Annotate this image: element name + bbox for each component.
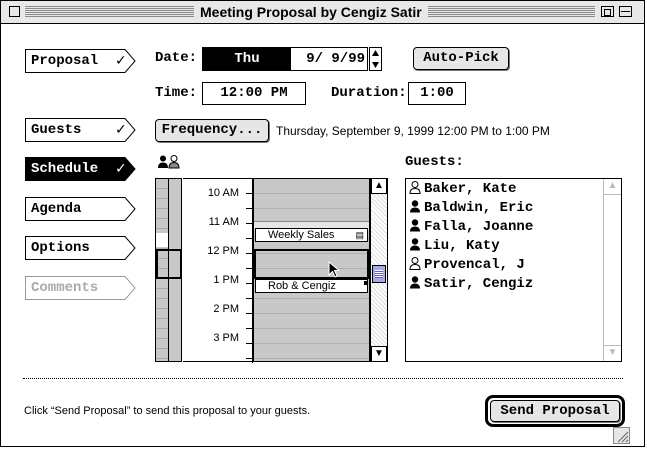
person-outline-icon	[409, 257, 421, 270]
date-label: Date:	[155, 50, 198, 66]
guests-list[interactable]: Baker, Kate Baldwin, Eric Falla, Joanne …	[405, 178, 622, 362]
guest-item[interactable]: Baker, Kate	[409, 180, 516, 199]
nav-label-agenda: Agenda	[31, 201, 82, 217]
date-field[interactable]: Thu 9/ 9/99	[202, 47, 368, 71]
window-title: Meeting Proposal by Cengiz Satir	[194, 4, 428, 20]
close-box-icon[interactable]	[9, 6, 20, 17]
zoom-box-icon[interactable]	[601, 6, 614, 17]
time-label-1pm: 1 PM	[213, 274, 239, 286]
person-icon	[410, 200, 420, 213]
guest-item[interactable]: Satir, Cengiz	[409, 275, 533, 294]
event-weekly-sales[interactable]: Weekly Sales ▤	[255, 228, 368, 242]
duration-label: Duration:	[331, 85, 407, 101]
time-label-12pm: 12 PM	[207, 245, 239, 257]
event-label: Weekly Sales	[268, 229, 335, 241]
nav-item-schedule[interactable]: Schedule ✓	[25, 157, 136, 181]
scroll-up-arrow-icon[interactable]: ▲	[371, 178, 387, 194]
time-ruler: 10 AM 11 AM 12 PM 1 PM 2 PM 3 PM	[183, 178, 253, 363]
nav-label-proposal: Proposal	[31, 53, 99, 69]
nav-item-options[interactable]: Options	[25, 236, 136, 260]
date-stepper[interactable]	[369, 47, 382, 71]
nav-item-guests[interactable]: Guests ✓	[25, 118, 136, 142]
group-icon	[158, 155, 180, 169]
guest-item[interactable]: Provencal, J	[409, 256, 525, 275]
event-label: Rob & Cengiz	[268, 280, 336, 292]
time-label-11am: 11 AM	[208, 216, 239, 228]
date-value[interactable]: 9/ 9/99	[295, 48, 365, 70]
guest-name: Baldwin, Eric	[424, 200, 534, 216]
person-icon	[410, 219, 420, 232]
dotted-divider	[23, 378, 623, 379]
scroll-thumb[interactable]	[372, 265, 386, 283]
guest-name: Baker, Kate	[424, 181, 517, 197]
resize-grip-icon[interactable]	[613, 427, 631, 445]
schedule-overview-strip[interactable]	[155, 178, 182, 362]
nav-label-guests: Guests	[31, 122, 82, 138]
guest-name: Liu, Katy	[424, 238, 500, 254]
proposed-time-selection[interactable]	[254, 249, 369, 279]
send-proposal-button[interactable]: Send Proposal	[490, 400, 620, 422]
meeting-proposal-window: Meeting Proposal by Cengiz Satir Proposa…	[0, 0, 645, 447]
event-rob-cengiz[interactable]: Rob & Cengiz	[255, 279, 368, 293]
send-proposal-default-ring[interactable]: Send Proposal	[485, 395, 625, 427]
schedule-summary: Thursday, September 9, 1999 12:00 PM to …	[276, 124, 550, 138]
guest-item[interactable]: Baldwin, Eric	[409, 199, 533, 218]
guest-item[interactable]: Falla, Joanne	[409, 218, 533, 237]
nav-label-comments: Comments	[31, 280, 99, 296]
guests-label: Guests:	[405, 154, 464, 170]
nav-label-options: Options	[31, 240, 90, 256]
nav-item-comments: Comments	[25, 276, 136, 300]
duration-field[interactable]: 1:00	[408, 82, 466, 105]
scroll-down-arrow-icon[interactable]: ▼	[604, 345, 621, 361]
time-label-10am: 10 AM	[207, 187, 239, 199]
scroll-up-arrow-icon[interactable]: ▲	[604, 179, 621, 195]
time-label: Time:	[155, 85, 198, 101]
auto-pick-button[interactable]: Auto-Pick	[413, 47, 509, 70]
guest-item[interactable]: Liu, Katy	[409, 237, 500, 256]
time-label-2pm: 2 PM	[213, 303, 239, 315]
time-label-3pm: 3 PM	[213, 332, 239, 344]
checkmark-icon: ✓	[115, 122, 127, 138]
stepper-arrows-icon[interactable]	[369, 47, 382, 71]
schedule-grid[interactable]: Weekly Sales ▤ Rob & Cengiz	[253, 178, 370, 362]
guest-name: Provencal, J	[424, 257, 525, 273]
time-field[interactable]: 12:00 PM	[202, 82, 306, 105]
mouse-pointer-icon	[328, 261, 341, 278]
person-outline-icon	[409, 181, 421, 194]
guests-scrollbar[interactable]: ▲ ▼	[603, 179, 621, 361]
checkmark-icon: ✓	[115, 53, 127, 69]
nav-item-agenda[interactable]: Agenda	[25, 197, 136, 221]
guest-name: Falla, Joanne	[424, 219, 534, 235]
nav-label-schedule: Schedule	[31, 161, 99, 177]
checkmark-icon: ✓	[115, 161, 127, 177]
scroll-down-arrow-icon[interactable]: ▼	[371, 346, 387, 362]
day-value[interactable]: Thu	[203, 48, 291, 70]
title-bar[interactable]: Meeting Proposal by Cengiz Satir	[1, 1, 644, 24]
collapse-box-icon[interactable]	[619, 6, 632, 17]
note-icon: ▤	[355, 230, 364, 240]
frequency-button[interactable]: Frequency...	[155, 119, 269, 142]
footer-hint: Click “Send Proposal” to send this propo…	[24, 405, 311, 417]
person-icon	[410, 276, 420, 289]
nav-item-proposal[interactable]: Proposal ✓	[25, 49, 136, 73]
guest-name: Satir, Cengiz	[424, 276, 534, 292]
schedule-scrollbar[interactable]: ▲ ▼	[370, 178, 388, 362]
overview-selection-box[interactable]	[156, 249, 181, 279]
person-icon	[410, 238, 420, 251]
